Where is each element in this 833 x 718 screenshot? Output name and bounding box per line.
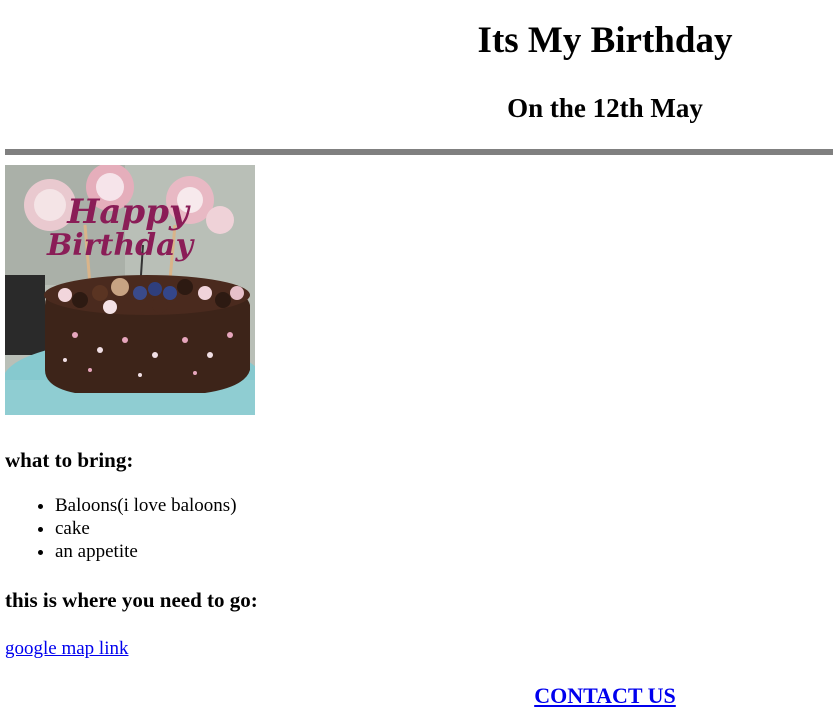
svg-text:Birthday: Birthday (46, 228, 196, 263)
bring-list: Baloons(i love baloons) cake an appetite (0, 494, 237, 563)
list-item: Baloons(i love baloons) (55, 494, 237, 517)
location-heading: this is where you need to go: (5, 588, 258, 612)
horizontal-rule (5, 149, 833, 155)
google-map-link[interactable]: google map link (5, 637, 128, 660)
page-title: Its My Birthday (477, 20, 733, 61)
list-item: cake (55, 517, 237, 540)
contact-us-link[interactable]: CONTACT US (534, 683, 676, 708)
list-item: an appetite (55, 540, 237, 563)
page-subtitle: On the 12th May (507, 93, 703, 123)
svg-text:Happy: Happy (66, 192, 191, 232)
what-to-bring-heading: what to bring: (5, 448, 134, 472)
contact-container: CONTACT US (377, 683, 833, 709)
birthday-cake-image: Happy Birthday (5, 165, 255, 415)
page: Its My Birthday On the 12th May Happy Bi… (0, 0, 833, 718)
